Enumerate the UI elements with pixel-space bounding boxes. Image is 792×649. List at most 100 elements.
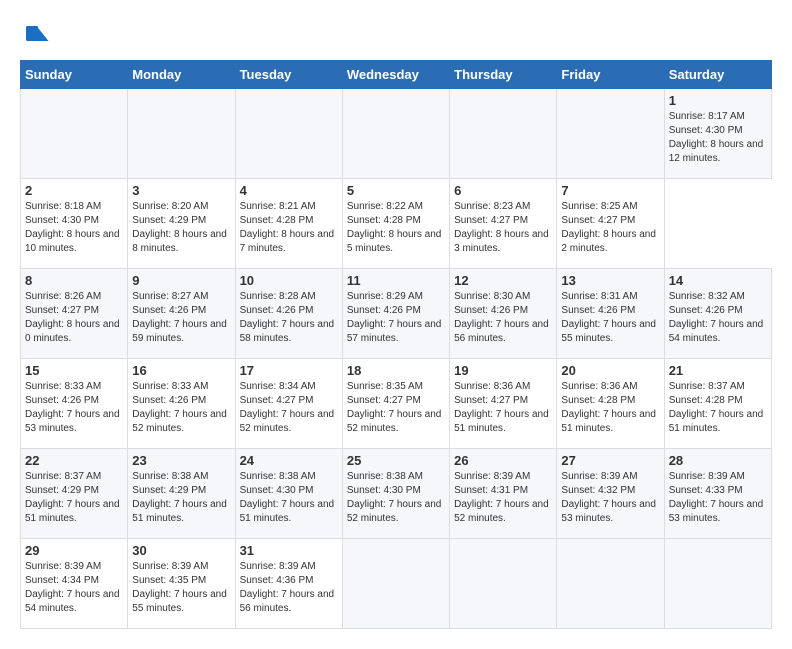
day-info: Sunrise: 8:30 AMSunset: 4:26 PMDaylight:… — [454, 291, 549, 344]
day-number: 11 — [347, 273, 445, 288]
day-number: 9 — [132, 273, 230, 288]
day-info: Sunrise: 8:27 AMSunset: 4:26 PMDaylight:… — [132, 291, 227, 344]
calendar-cell: 21 Sunrise: 8:37 AMSunset: 4:28 PMDayligh… — [664, 359, 771, 449]
day-info: Sunrise: 8:39 AMSunset: 4:36 PMDaylight:… — [240, 561, 335, 614]
day-info: Sunrise: 8:31 AMSunset: 4:26 PMDaylight:… — [561, 291, 656, 344]
day-number: 16 — [132, 363, 230, 378]
day-info: Sunrise: 8:38 AMSunset: 4:29 PMDaylight:… — [132, 471, 227, 524]
calendar-cell: 3 Sunrise: 8:20 AMSunset: 4:29 PMDaylight… — [128, 179, 235, 269]
day-number: 28 — [669, 453, 767, 468]
calendar-cell — [235, 89, 342, 179]
day-info: Sunrise: 8:28 AMSunset: 4:26 PMDaylight:… — [240, 291, 335, 344]
calendar-cell: 15Sunrise: 8:33 AMSunset: 4:26 PMDayligh… — [21, 359, 128, 449]
day-number: 6 — [454, 183, 552, 198]
calendar-cell: 27 Sunrise: 8:39 AMSunset: 4:32 PMDayligh… — [557, 449, 664, 539]
day-info: Sunrise: 8:39 AMSunset: 4:34 PMDaylight:… — [25, 561, 120, 614]
logo — [20, 20, 54, 50]
calendar-cell — [342, 89, 449, 179]
day-number: 13 — [561, 273, 659, 288]
calendar-header-row: SundayMondayTuesdayWednesdayThursdayFrid… — [21, 61, 772, 89]
calendar-cell: 25 Sunrise: 8:38 AMSunset: 4:30 PMDayligh… — [342, 449, 449, 539]
calendar-table: SundayMondayTuesdayWednesdayThursdayFrid… — [20, 60, 772, 629]
day-number: 12 — [454, 273, 552, 288]
calendar-cell: 28Sunrise: 8:39 AMSunset: 4:33 PMDayligh… — [664, 449, 771, 539]
day-number: 27 — [561, 453, 659, 468]
page-header — [20, 20, 772, 50]
day-info: Sunrise: 8:33 AMSunset: 4:26 PMDaylight:… — [132, 381, 227, 434]
day-number: 21 — [669, 363, 767, 378]
day-number: 5 — [347, 183, 445, 198]
calendar-cell: 22 Sunrise: 8:37 AMSunset: 4:29 PMDayligh… — [21, 449, 128, 539]
day-info: Sunrise: 8:36 AMSunset: 4:28 PMDaylight:… — [561, 381, 656, 434]
day-info: Sunrise: 8:29 AMSunset: 4:26 PMDaylight:… — [347, 291, 442, 344]
day-info: Sunrise: 8:36 AMSunset: 4:27 PMDaylight:… — [454, 381, 549, 434]
calendar-cell: 19 Sunrise: 8:36 AMSunset: 4:27 PMDayligh… — [450, 359, 557, 449]
day-number: 3 — [132, 183, 230, 198]
day-number: 19 — [454, 363, 552, 378]
calendar-cell: 16 Sunrise: 8:33 AMSunset: 4:26 PMDayligh… — [128, 359, 235, 449]
day-info: Sunrise: 8:37 AMSunset: 4:28 PMDaylight:… — [669, 381, 764, 434]
day-number: 14 — [669, 273, 767, 288]
calendar-cell — [128, 89, 235, 179]
day-number: 1 — [669, 93, 767, 108]
calendar-cell: 18Sunrise: 8:35 AMSunset: 4:27 PMDayligh… — [342, 359, 449, 449]
calendar-cell: 31Sunrise: 8:39 AMSunset: 4:36 PMDayligh… — [235, 539, 342, 629]
calendar-cell — [450, 539, 557, 629]
day-number: 25 — [347, 453, 445, 468]
calendar-cell — [342, 539, 449, 629]
day-info: Sunrise: 8:37 AMSunset: 4:29 PMDaylight:… — [25, 471, 120, 524]
calendar-cell: 23 Sunrise: 8:38 AMSunset: 4:29 PMDayligh… — [128, 449, 235, 539]
day-number: 29 — [25, 543, 123, 558]
calendar-week-row: 15 Sunrise: 8:33 AMSunset: 4:26 PMDayligh… — [21, 359, 772, 449]
calendar-cell: 10 Sunrise: 8:28 AMSunset: 4:26 PMDayligh… — [235, 269, 342, 359]
calendar-week-row: 22 Sunrise: 8:37 AMSunset: 4:29 PMDayligh… — [21, 449, 772, 539]
calendar-week-row: 1 Sunrise: 8:17 AMSunset: 4:30 PMDaylight… — [21, 89, 772, 179]
day-info: Sunrise: 8:26 AMSunset: 4:27 PMDaylight:… — [25, 291, 120, 344]
day-number: 23 — [132, 453, 230, 468]
col-header-wednesday: Wednesday — [342, 61, 449, 89]
day-info: Sunrise: 8:20 AMSunset: 4:29 PMDaylight:… — [132, 201, 227, 254]
col-header-friday: Friday — [557, 61, 664, 89]
calendar-cell: 12 Sunrise: 8:30 AMSunset: 4:26 PMDayligh… — [450, 269, 557, 359]
day-number: 22 — [25, 453, 123, 468]
calendar-cell: 6Sunrise: 8:23 AMSunset: 4:27 PMDaylight… — [450, 179, 557, 269]
day-number: 18 — [347, 363, 445, 378]
day-number: 17 — [240, 363, 338, 378]
day-info: Sunrise: 8:38 AMSunset: 4:30 PMDaylight:… — [347, 471, 442, 524]
calendar-cell — [557, 539, 664, 629]
day-number: 10 — [240, 273, 338, 288]
calendar-cell — [21, 89, 128, 179]
calendar-cell: 14 Sunrise: 8:32 AMSunset: 4:26 PMDayligh… — [664, 269, 771, 359]
day-info: Sunrise: 8:39 AMSunset: 4:32 PMDaylight:… — [561, 471, 656, 524]
calendar-cell: 1 Sunrise: 8:17 AMSunset: 4:30 PMDaylight… — [664, 89, 771, 179]
day-info: Sunrise: 8:34 AMSunset: 4:27 PMDaylight:… — [240, 381, 335, 434]
day-info: Sunrise: 8:18 AMSunset: 4:30 PMDaylight:… — [25, 201, 120, 254]
calendar-cell: 8 Sunrise: 8:26 AMSunset: 4:27 PMDaylight… — [21, 269, 128, 359]
calendar-cell: 29 Sunrise: 8:39 AMSunset: 4:34 PMDayligh… — [21, 539, 128, 629]
calendar-week-row: 29 Sunrise: 8:39 AMSunset: 4:34 PMDayligh… — [21, 539, 772, 629]
calendar-cell: 5Sunrise: 8:22 AMSunset: 4:28 PMDaylight… — [342, 179, 449, 269]
day-info: Sunrise: 8:17 AMSunset: 4:30 PMDaylight:… — [669, 111, 764, 164]
calendar-cell: 30Sunrise: 8:39 AMSunset: 4:35 PMDayligh… — [128, 539, 235, 629]
calendar-cell: 17 Sunrise: 8:34 AMSunset: 4:27 PMDayligh… — [235, 359, 342, 449]
col-header-thursday: Thursday — [450, 61, 557, 89]
day-number: 2 — [25, 183, 123, 198]
calendar-cell: 20 Sunrise: 8:36 AMSunset: 4:28 PMDayligh… — [557, 359, 664, 449]
col-header-monday: Monday — [128, 61, 235, 89]
day-number: 8 — [25, 273, 123, 288]
day-number: 30 — [132, 543, 230, 558]
col-header-sunday: Sunday — [21, 61, 128, 89]
day-number: 15 — [25, 363, 123, 378]
logo-icon — [20, 20, 50, 50]
calendar-cell: 13 Sunrise: 8:31 AMSunset: 4:26 PMDayligh… — [557, 269, 664, 359]
day-number: 20 — [561, 363, 659, 378]
day-info: Sunrise: 8:32 AMSunset: 4:26 PMDaylight:… — [669, 291, 764, 344]
calendar-cell: 7Sunrise: 8:25 AMSunset: 4:27 PMDaylight… — [557, 179, 664, 269]
calendar-cell — [557, 89, 664, 179]
day-number: 4 — [240, 183, 338, 198]
calendar-cell — [664, 539, 771, 629]
calendar-cell: 4 Sunrise: 8:21 AMSunset: 4:28 PMDaylight… — [235, 179, 342, 269]
day-info: Sunrise: 8:21 AMSunset: 4:28 PMDaylight:… — [240, 201, 335, 254]
day-number: 7 — [561, 183, 659, 198]
calendar-week-row: 2 Sunrise: 8:18 AMSunset: 4:30 PMDaylight… — [21, 179, 772, 269]
